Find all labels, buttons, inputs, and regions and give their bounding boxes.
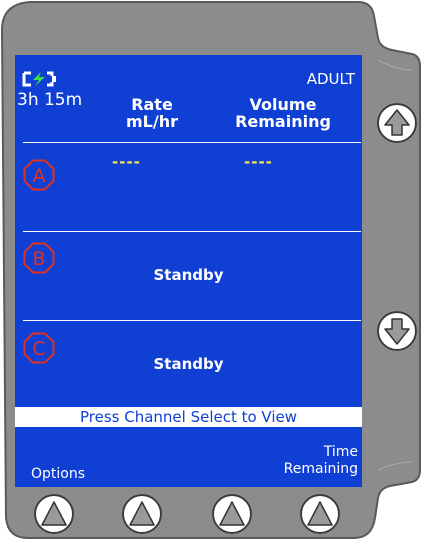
channel-a-letter: A [33,165,46,187]
options-softkey-label: Options [31,466,86,482]
triangle-up-icon [212,494,252,534]
time-softkey-line2: Remaining [283,461,358,477]
softkey-1-button[interactable] [34,494,74,534]
time-remaining-softkey-label: Time Remaining [284,444,358,478]
channel-a-badge[interactable]: A [23,159,55,191]
channel-b-status: Standby [153,266,224,284]
patient-mode-label: ADULT [306,70,355,88]
display-screen: 3h 15m ADULT Rate mL/hr Volume Remaining… [15,55,362,487]
channel-a-rate: ---- [112,153,141,171]
softkey-3-button[interactable] [212,494,252,534]
arrow-up-icon [377,103,417,143]
rate-column-header: Rate mL/hr [117,96,187,130]
battery-charging-icon [22,71,56,87]
channel-divider-ab [23,231,361,232]
time-softkey-line1: Time [323,444,358,460]
volume-column-header: Volume Remaining [223,96,343,130]
volume-header-line1: Volume [249,95,317,114]
softkey-4-button[interactable] [300,494,340,534]
page-down-button[interactable] [377,311,417,351]
arrow-down-icon [377,311,417,351]
channel-a-volume: ---- [244,153,273,171]
rate-header-line1: Rate [131,95,173,114]
header-divider [23,142,361,143]
channel-c-status: Standby [153,355,224,373]
battery-time-remaining: 3h 15m [17,90,83,110]
triangle-up-icon [34,494,74,534]
page-up-button[interactable] [377,103,417,143]
triangle-up-icon [122,494,162,534]
channel-divider-bc [23,320,361,321]
triangle-up-icon [300,494,340,534]
volume-header-line2: Remaining [235,112,331,131]
rate-header-line2: mL/hr [126,112,178,131]
softkey-2-button[interactable] [122,494,162,534]
channel-select-prompt: Press Channel Select to View [15,407,362,427]
